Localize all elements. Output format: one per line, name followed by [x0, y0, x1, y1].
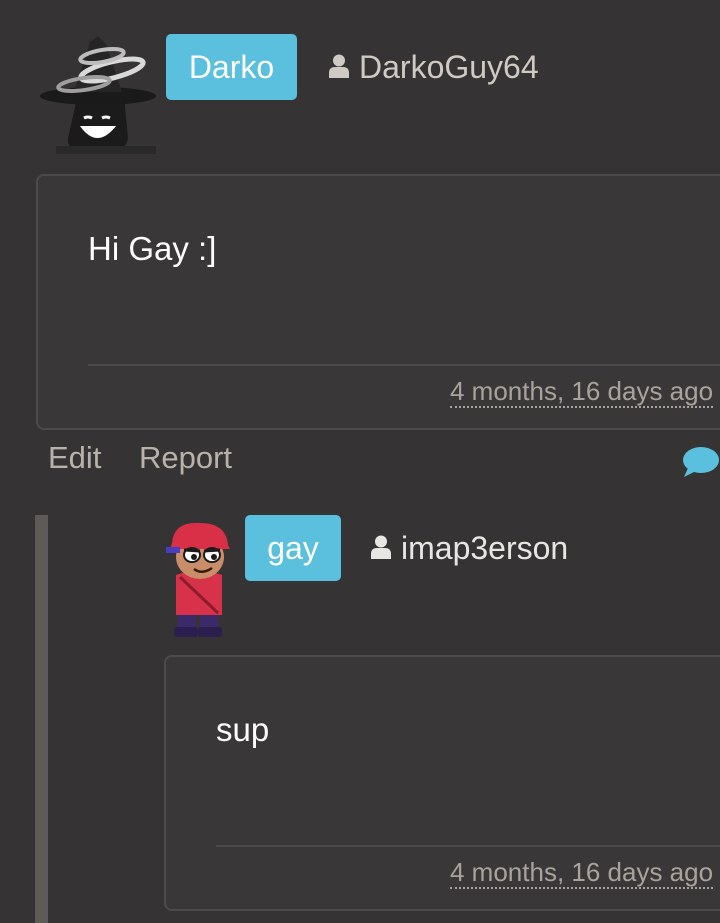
avatar[interactable]: [160, 515, 236, 637]
edit-link[interactable]: Edit: [48, 438, 101, 478]
username-link[interactable]: imap3erson: [371, 515, 568, 581]
comment: Darko DarkoGuy64 Hi Gay :] 4 months, 16 …: [0, 0, 720, 500]
comment-timestamp: 4 months, 16 days ago: [450, 376, 714, 408]
display-name-badge[interactable]: Darko: [166, 34, 297, 100]
username-text: DarkoGuy64: [359, 49, 539, 85]
comment-text: sup: [216, 711, 270, 748]
comment-body: sup 4 months, 16 days ago: [164, 655, 720, 911]
comment-timestamp: 4 months, 16 days ago: [450, 857, 714, 889]
comment-divider: [88, 364, 720, 366]
comment-text: Hi Gay :]: [88, 230, 217, 267]
comment-body: Hi Gay :] 4 months, 16 days ago: [36, 174, 720, 430]
avatar[interactable]: [38, 34, 160, 156]
comment-reply: gay imap3erson sup 4 months, 16 days ago: [0, 505, 720, 923]
red-cap-character-avatar: [166, 522, 230, 637]
comment-divider: [216, 845, 720, 847]
username-link[interactable]: DarkoGuy64: [329, 34, 539, 100]
report-link[interactable]: Report: [139, 438, 232, 478]
user-silhouette-icon: [371, 515, 391, 581]
display-name-badge[interactable]: gay: [245, 515, 341, 581]
speech-bubble-icon[interactable]: [682, 446, 720, 483]
username-text: imap3erson: [401, 530, 569, 566]
witch-hat-shadow-avatar: [40, 36, 156, 154]
user-silhouette-icon: [329, 34, 349, 100]
